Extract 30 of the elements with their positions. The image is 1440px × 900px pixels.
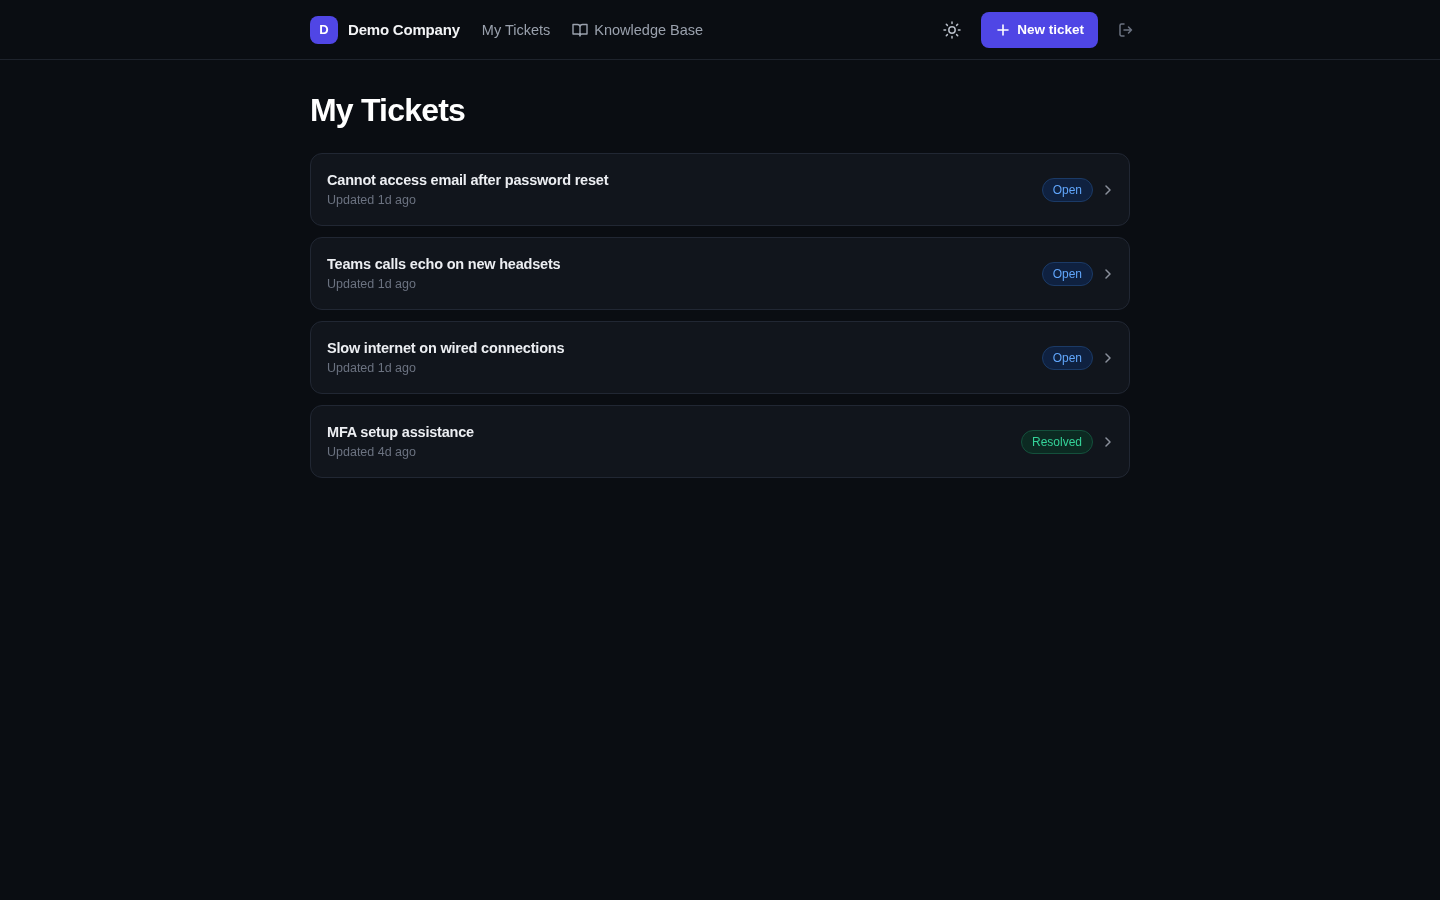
ticket-card[interactable]: Teams calls echo on new headsets Updated 1d ago Open <box>310 237 1130 310</box>
plus-icon <box>997 23 1010 36</box>
book-icon <box>572 22 589 37</box>
ticket-title: Cannot access email after password reset <box>327 172 609 188</box>
chevron-right-icon <box>1105 436 1111 447</box>
status-badge: Open <box>1041 345 1093 370</box>
ticket-title: Teams calls echo on new headsets <box>327 256 561 272</box>
nav-link[interactable]: My Tickets <box>481 21 551 38</box>
ticket-title: MFA setup assistance <box>327 424 474 440</box>
company-name: Demo Company <box>348 21 460 38</box>
page-title: My Tickets <box>310 91 467 130</box>
ticket-card[interactable]: MFA setup assistance Updated 4d ago Resolved <box>310 405 1130 478</box>
nav-link[interactable]: Knowledge Base <box>572 21 704 38</box>
ticket-updated-time: Updated 1d ago <box>327 361 417 375</box>
ticket-updated-time: Updated 1d ago <box>327 193 417 207</box>
logout-icon <box>1118 21 1134 38</box>
new-ticket-button[interactable]: New ticket <box>981 11 1098 48</box>
ticket-card[interactable]: Slow internet on wired connections Updated 1d ago Open <box>310 321 1130 394</box>
status-badge: Open <box>1041 261 1093 286</box>
ticket-card[interactable]: Cannot access email after password reset Updated 1d ago Open <box>310 153 1130 226</box>
status-badge: Open <box>1041 177 1093 202</box>
chevron-right-icon <box>1105 184 1111 195</box>
logo-badge: D <box>310 15 338 44</box>
chevron-right-icon <box>1105 268 1111 279</box>
ticket-title: Slow internet on wired connections <box>327 340 565 356</box>
ticket-updated-time: Updated 1d ago <box>327 277 417 291</box>
sun-icon <box>943 20 962 39</box>
ticket-updated-time: Updated 4d ago <box>327 445 417 459</box>
chevron-right-icon <box>1105 352 1111 363</box>
status-badge: Resolved <box>1020 429 1093 454</box>
